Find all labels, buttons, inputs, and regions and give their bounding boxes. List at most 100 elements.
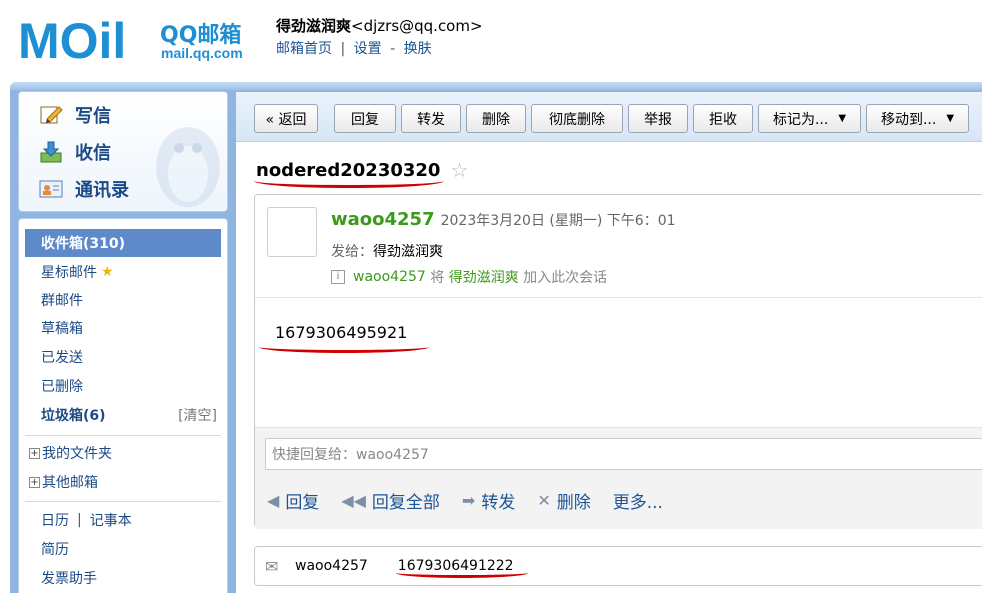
- mail-actions: ◀ 回复 ◀◀ 回复全部 ➡ 转发 ✕ 删除 更多...: [267, 488, 685, 513]
- sidebar-item-sent[interactable]: 已发送: [25, 343, 221, 371]
- sender-name[interactable]: waoo4257: [331, 209, 435, 230]
- mark-as-label: 标记为...: [772, 111, 829, 128]
- contacts-label: 通讯录: [75, 180, 129, 201]
- card-divider: [255, 297, 982, 298]
- recipient-name[interactable]: 得劲滋润爽: [373, 244, 443, 260]
- sidebar-item-invoice[interactable]: 发票助手: [25, 564, 221, 592]
- mailbox-home-link[interactable]: 邮箱首页: [276, 41, 332, 57]
- reply-button[interactable]: 回复: [334, 104, 396, 133]
- sidebar-item-inbox[interactable]: 收件箱(310): [25, 229, 221, 257]
- qq-mail-logo[interactable]: MOil QQ邮箱 mail.qq.com: [18, 12, 258, 69]
- reply-all-action[interactable]: ◀◀ 回复全部: [341, 488, 440, 513]
- svg-text:mail.qq.com: mail.qq.com: [161, 45, 243, 61]
- sidebar-item-other-mail[interactable]: + 其他邮箱: [25, 468, 221, 496]
- sidebar-calendar-notes: 日历 | 记事本: [25, 506, 221, 534]
- contacts-icon: [39, 177, 63, 201]
- permanent-delete-button[interactable]: 彻底删除: [531, 104, 623, 133]
- expand-icon[interactable]: +: [29, 447, 40, 459]
- sent-label: 已发送: [41, 350, 83, 366]
- avatar[interactable]: [267, 207, 317, 257]
- sidebar-item-my-folders[interactable]: + 我的文件夹: [25, 439, 221, 467]
- sidebar-item-group[interactable]: 群邮件: [25, 286, 221, 314]
- change-skin-link[interactable]: 换肤: [404, 41, 432, 57]
- mail-card: waoo4257 2023年3月20日 (星期一) 下午6：01 发给：得劲滋润爽…: [254, 194, 982, 529]
- sidebar-item-spam[interactable]: 垃圾箱(6) [清空]: [25, 401, 221, 429]
- sidebar-item-drafts[interactable]: 草稿箱: [25, 314, 221, 342]
- sidebar-item-resume[interactable]: 简历: [25, 535, 221, 563]
- info-mid: 将: [425, 270, 449, 286]
- delete-action[interactable]: ✕ 删除: [537, 488, 590, 513]
- deleted-label: 已删除: [41, 379, 83, 395]
- sidebar-item-starred[interactable]: 星标邮件 ★: [25, 258, 221, 286]
- report-button[interactable]: 举报: [628, 104, 688, 133]
- notes-link[interactable]: 记事本: [90, 510, 132, 530]
- more-action-label: 更多...: [612, 493, 663, 513]
- more-action[interactable]: 更多...: [613, 488, 663, 513]
- delete-action-label: 删除: [556, 493, 591, 513]
- other-mail-label: 其他邮箱: [42, 475, 98, 491]
- mark-as-dropdown[interactable]: 标记为... ▼: [758, 104, 861, 133]
- to-label: 发给：: [331, 244, 373, 260]
- envelope-open-icon: ✉: [265, 556, 279, 576]
- move-to-dropdown[interactable]: 移动到... ▼: [866, 104, 969, 133]
- pipe-sep: |: [77, 512, 82, 528]
- quick-reply-area: 快捷回复给：waoo4257 ◀ 回复 ◀◀ 回复全部 ➡ 转发 ✕ 删除 更多...: [255, 427, 982, 529]
- receive-label: 收信: [75, 143, 111, 164]
- star-icon: ★: [101, 264, 114, 280]
- forward-action-label: 转发: [481, 493, 516, 513]
- reply-all-label: 回复全部: [371, 493, 440, 513]
- delete-button[interactable]: 删除: [466, 104, 526, 133]
- info-sender[interactable]: waoo4257: [353, 269, 426, 285]
- quick-reply-input[interactable]: 快捷回复给：waoo4257: [265, 438, 982, 470]
- header-sep: |: [340, 41, 346, 57]
- forward-icon: ➡: [461, 491, 476, 510]
- chevron-down-icon: ▼: [946, 113, 955, 124]
- invoice-label: 发票助手: [41, 571, 97, 587]
- forward-action[interactable]: ➡ 转发: [462, 488, 515, 513]
- penguin-watermark-icon: [156, 127, 220, 207]
- header-links: 邮箱首页 | 设置 - 换肤: [276, 38, 483, 58]
- annotation-underline: [259, 341, 429, 353]
- back-button[interactable]: « 返回: [254, 104, 318, 133]
- sidebar-top-box: 写信 收信 通讯录: [18, 91, 228, 212]
- frame-top-bar: [10, 82, 982, 90]
- reject-button[interactable]: 拒收: [693, 104, 753, 133]
- reply-icon: ◀: [267, 491, 280, 510]
- info-recipient[interactable]: 得劲滋润爽: [449, 267, 519, 287]
- move-to-label: 移动到...: [880, 111, 937, 128]
- user-email: <djzrs@qq.com>: [351, 17, 483, 35]
- sidebar-compose[interactable]: 写信: [39, 100, 111, 130]
- clear-spam-link[interactable]: [清空]: [178, 405, 217, 425]
- mail-date: 2023年3月20日 (星期一) 下午6：01: [440, 213, 676, 229]
- star-outline-icon[interactable]: ☆: [450, 158, 468, 182]
- sidebar-receive[interactable]: 收信: [39, 137, 111, 167]
- mail-body: 1679306495921: [275, 323, 408, 342]
- folder-list: 收件箱(310) 星标邮件 ★ 群邮件 草稿箱 已发送 已删除 垃圾箱(6) [清空…: [18, 218, 228, 593]
- inbox-download-icon: [39, 140, 63, 164]
- chevron-down-icon: ▼: [838, 113, 847, 124]
- spam-label: 垃圾箱(6): [41, 408, 106, 424]
- forward-button[interactable]: 转发: [401, 104, 461, 133]
- sidebar-divider: [25, 501, 221, 502]
- sidebar-item-deleted[interactable]: 已删除: [25, 372, 221, 400]
- settings-link[interactable]: 设置: [354, 41, 382, 57]
- reply-action-label: 回复: [285, 493, 320, 513]
- resume-label: 简历: [41, 542, 69, 558]
- inbox-label: 收件箱(310): [41, 236, 126, 252]
- expand-icon[interactable]: +: [29, 476, 40, 488]
- compose-icon: [39, 103, 63, 127]
- calendar-link[interactable]: 日历: [41, 510, 69, 530]
- drafts-label: 草稿箱: [41, 321, 83, 337]
- mail-toolbar: « 返回 回复 转发 删除 彻底删除 举报 拒收 标记为... ▼ 移动到... ▼: [236, 92, 982, 142]
- annotation-underline: [396, 568, 528, 578]
- my-folders-label: 我的文件夹: [42, 446, 112, 462]
- mail-read-pane: « 返回 回复 转发 删除 彻底删除 举报 拒收 标记为... ▼ 移动到... ▼…: [236, 92, 982, 593]
- recipient-line: 发给：得劲滋润爽: [331, 241, 443, 261]
- info-icon: i: [331, 270, 345, 284]
- sender-line: waoo4257 2023年3月20日 (星期一) 下午6：01: [331, 209, 676, 230]
- logo-graphic: MOil QQ邮箱 mail.qq.com: [18, 13, 243, 69]
- thread-sender: waoo4257: [295, 558, 368, 574]
- thread-item[interactable]: ✉ waoo4257 1679306491222: [254, 546, 982, 586]
- reply-action[interactable]: ◀ 回复: [267, 488, 319, 513]
- sidebar-contacts[interactable]: 通讯录: [39, 174, 129, 204]
